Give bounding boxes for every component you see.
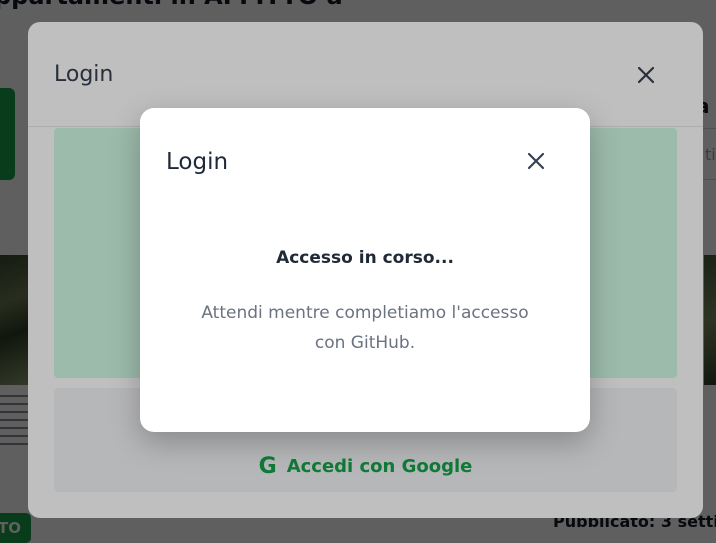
close-icon[interactable] (521, 146, 551, 176)
progress-modal-title: Login (166, 149, 229, 175)
page: ppartamenti in AFFITTO a a ti TO Pubblic… (0, 0, 716, 543)
progress-message: Attendi mentre completiamo l'accesso con… (201, 303, 529, 353)
progress-heading: Accesso in corso... (276, 248, 454, 268)
login-progress-modal: Login Accesso in corso... Attendi mentre… (140, 108, 590, 432)
